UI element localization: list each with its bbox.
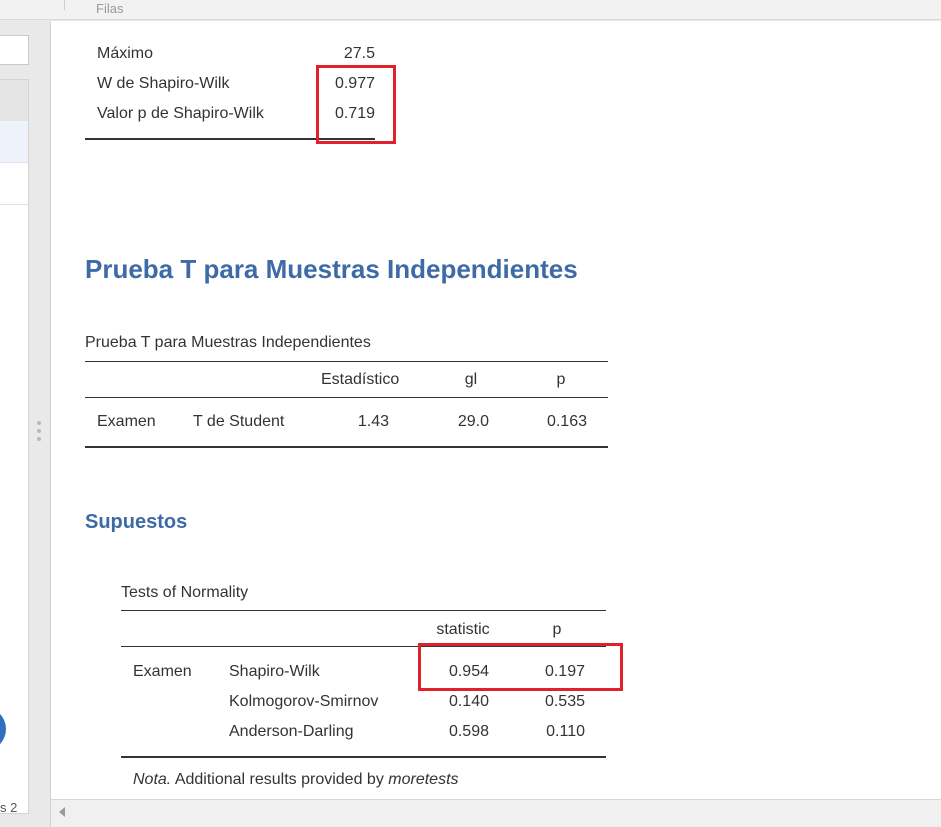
normality-test-name: Shapiro-Wilk	[229, 663, 320, 680]
normality-variable: Examen	[133, 663, 192, 680]
list-item[interactable]	[0, 80, 28, 121]
horizontal-scrollbar[interactable]	[50, 799, 941, 827]
normality-col-p: p	[552, 621, 562, 638]
normality-table-title: Tests of Normality	[121, 584, 249, 601]
ttest-row-test: T de Student	[193, 413, 285, 430]
table-top-rule	[85, 361, 608, 362]
grip-dot-icon	[37, 437, 41, 441]
data-list[interactable]	[0, 79, 29, 814]
data-panel: s 2	[0, 21, 36, 827]
descriptive-value-max: 27.5	[343, 45, 375, 62]
table-bottom-rule	[121, 756, 606, 758]
normality-p: 0.535	[544, 693, 585, 710]
highlight-box-shapiro-normality	[418, 643, 623, 691]
ttest-row-statistic: 1.43	[357, 413, 389, 430]
ttest-col-df: gl	[464, 371, 478, 388]
ttest-col-statistic: Estadístico	[321, 371, 400, 388]
rows-label: Filas	[96, 1, 124, 16]
note-prefix: Nota.	[133, 771, 172, 788]
normality-statistic: 0.598	[448, 723, 489, 740]
table-bottom-rule	[85, 446, 608, 448]
normality-p: 0.110	[546, 723, 585, 740]
grip-dot-icon	[37, 429, 41, 433]
ttest-table-title: Prueba T para Muestras Independientes	[85, 334, 371, 351]
descriptive-label-max: Máximo	[97, 45, 154, 62]
assumptions-heading: Supuestos	[85, 511, 188, 533]
ttest-heading: Prueba T para Muestras Independientes	[85, 254, 578, 284]
variable-search-input[interactable]	[0, 35, 29, 65]
normality-test-name: Anderson-Darling	[229, 723, 354, 740]
descriptive-label-sw-p: Valor p de Shapiro-Wilk	[97, 105, 264, 122]
list-item[interactable]	[0, 121, 28, 163]
ttest-row-variable: Examen	[97, 413, 156, 430]
ttest-col-p: p	[556, 371, 566, 388]
ttest-row-df: 29.0	[457, 413, 489, 430]
note-text: Additional results provided by	[171, 771, 389, 788]
table-note: Nota. Additional results provided by mor…	[133, 771, 459, 789]
grip-dot-icon	[37, 421, 41, 425]
results-panel[interactable]: Máximo 27.5 W de Shapiro-Wilk 0.977 Valo…	[50, 21, 941, 799]
top-toolbar: Filas	[0, 0, 941, 20]
normality-statistic: 0.140	[448, 693, 489, 710]
list-divider	[0, 204, 28, 205]
toolbar-separator	[64, 0, 65, 10]
note-module: moretests	[388, 771, 459, 788]
table-top-rule	[121, 610, 606, 611]
scroll-left-arrow-icon[interactable]	[59, 807, 65, 817]
highlight-box-shapiro-descriptives	[316, 65, 396, 144]
panel-splitter-handle[interactable]	[37, 421, 43, 447]
ttest-row-p: 0.163	[546, 413, 587, 430]
normality-col-statistic: statistic	[436, 621, 490, 638]
table-header-rule	[85, 397, 608, 398]
descriptive-label-sw-w: W de Shapiro-Wilk	[97, 75, 230, 92]
status-text: s 2	[0, 800, 18, 815]
normality-test-name: Kolmogorov-Smirnov	[229, 693, 379, 710]
